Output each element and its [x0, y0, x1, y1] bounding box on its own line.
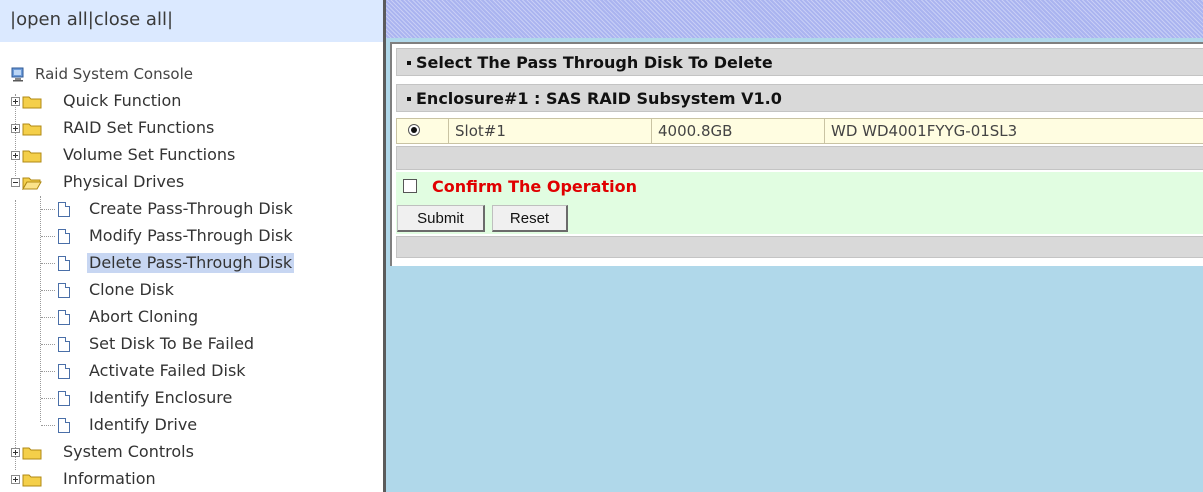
- tree-item-label: Modify Pass-Through Disk: [89, 226, 293, 245]
- enclosure-header: Enclosure#1 : SAS RAID Subsystem V1.0: [396, 84, 1203, 112]
- folder-icon: [22, 123, 42, 136]
- header-strip: [386, 0, 1203, 38]
- content-pane: Select The Pass Through Disk To Delete E…: [386, 0, 1203, 492]
- tree-item-identify-enclosure[interactable]: Identify Enclosure: [0, 386, 383, 410]
- tree-connector: [41, 371, 55, 372]
- bullet-icon: [407, 96, 411, 101]
- computer-icon: [11, 67, 24, 82]
- folder-icon: [22, 447, 42, 460]
- tree-item-label-selected: Delete Pass-Through Disk: [87, 253, 295, 273]
- collapse-icon[interactable]: [11, 178, 20, 187]
- confirm-label: Confirm The Operation: [432, 177, 637, 196]
- tree-item-identify-drive[interactable]: Identify Drive: [0, 413, 383, 437]
- tree-item-label: Set Disk To Be Failed: [89, 334, 255, 353]
- tree-item-information[interactable]: Information: [0, 467, 383, 491]
- folder-icon: [22, 474, 42, 487]
- page-icon: [58, 364, 70, 379]
- tree-connector: [41, 317, 55, 318]
- tree-item-physical-drives[interactable]: Physical Drives: [0, 170, 383, 194]
- page-icon: [58, 391, 70, 406]
- close-all-link[interactable]: close all: [94, 9, 167, 30]
- tree-root[interactable]: Raid System Console: [0, 62, 383, 86]
- tree-item-activate-failed-disk[interactable]: Activate Failed Disk: [0, 359, 383, 383]
- radio-selected-dot: [411, 127, 417, 133]
- expand-icon[interactable]: [11, 97, 20, 106]
- tree-connector: [41, 398, 55, 399]
- tree-connector: [41, 209, 55, 210]
- submit-button[interactable]: Submit: [397, 205, 485, 232]
- disk-row[interactable]: Slot#1 4000.8GB WD WD4001FYYG-01SL3: [396, 118, 1203, 144]
- tree-item-label: Clone Disk: [89, 280, 174, 299]
- tree-item-delete-pass-through-disk[interactable]: Delete Pass-Through Disk: [0, 251, 383, 275]
- disk-radio[interactable]: [408, 124, 420, 136]
- page-icon: [58, 229, 70, 244]
- page-icon: [58, 256, 70, 271]
- tree-connector: [41, 236, 55, 237]
- tree-item-label: RAID Set Functions: [63, 118, 215, 137]
- tree-item-modify-pass-through-disk[interactable]: Modify Pass-Through Disk: [0, 224, 383, 248]
- folder-icon: [22, 150, 42, 163]
- tree-connector: [41, 344, 55, 345]
- tree-item-label: Identify Drive: [89, 415, 198, 434]
- spacer-bar: [396, 146, 1203, 170]
- expand-icon[interactable]: [11, 475, 20, 484]
- expand-icon[interactable]: [11, 124, 20, 133]
- confirm-row: Confirm The Operation: [396, 172, 1203, 202]
- tree-toolbar: |open all|close all|: [0, 0, 383, 42]
- tree-connector: [41, 263, 55, 264]
- open-all-link[interactable]: open all: [16, 9, 88, 30]
- button-row: Submit Reset: [396, 202, 1203, 234]
- expand-icon[interactable]: [11, 151, 20, 160]
- tree-item-clone-disk[interactable]: Clone Disk: [0, 278, 383, 302]
- tree-root-label: Raid System Console: [35, 65, 193, 83]
- enclosure-title: Enclosure#1 : SAS RAID Subsystem V1.0: [416, 89, 782, 108]
- confirm-checkbox[interactable]: [403, 179, 417, 193]
- reset-button[interactable]: Reset: [492, 205, 568, 232]
- tree-connector: [41, 290, 55, 291]
- delete-pass-through-form: Select The Pass Through Disk To Delete E…: [390, 42, 1203, 266]
- tree-item-abort-cloning[interactable]: Abort Cloning: [0, 305, 383, 329]
- tree-item-system-controls[interactable]: System Controls: [0, 440, 383, 464]
- form-title: Select The Pass Through Disk To Delete: [416, 53, 773, 72]
- tree-item-set-disk-to-be-failed[interactable]: Set Disk To Be Failed: [0, 332, 383, 356]
- page-icon: [58, 283, 70, 298]
- tree-item-label: Activate Failed Disk: [89, 361, 246, 380]
- folder-icon: [22, 96, 42, 109]
- tree-toolbar-links: |open all|close all|: [10, 9, 173, 30]
- tree-item-label: Volume Set Functions: [63, 145, 236, 164]
- tree-item-create-pass-through-disk[interactable]: Create Pass-Through Disk: [0, 197, 383, 221]
- tree-item-label: System Controls: [63, 442, 194, 461]
- tree-item-label: Information: [63, 469, 156, 488]
- expand-icon[interactable]: [11, 448, 20, 457]
- tree-pane: |open all|close all| Raid System Console…: [0, 0, 383, 492]
- disk-slot: Slot#1: [449, 119, 652, 143]
- page-icon: [58, 310, 70, 325]
- tree-connector: [41, 425, 55, 426]
- disk-capacity: 4000.8GB: [652, 119, 825, 143]
- tree-item-label: Create Pass-Through Disk: [89, 199, 293, 218]
- tree-item-volume-set-functions[interactable]: Volume Set Functions: [0, 143, 383, 167]
- tree-item-label: Abort Cloning: [89, 307, 199, 326]
- bullet-icon: [407, 60, 411, 65]
- folder-open-icon: [22, 177, 42, 190]
- separator: |: [166, 9, 174, 30]
- page-icon: [58, 337, 70, 352]
- tree-item-label: Identify Enclosure: [89, 388, 233, 407]
- disk-model: WD WD4001FYYG-01SL3: [831, 122, 1018, 140]
- tree-item-label: Quick Function: [63, 91, 182, 110]
- page-icon: [58, 418, 70, 433]
- form-title-bar: Select The Pass Through Disk To Delete: [396, 48, 1203, 76]
- footer-bar: [396, 236, 1203, 258]
- disk-select-cell: [397, 119, 449, 143]
- tree-item-label: Physical Drives: [63, 172, 185, 191]
- page-icon: [58, 202, 70, 217]
- tree-item-raid-set-functions[interactable]: RAID Set Functions: [0, 116, 383, 140]
- tree-item-quick-function[interactable]: Quick Function: [0, 89, 383, 113]
